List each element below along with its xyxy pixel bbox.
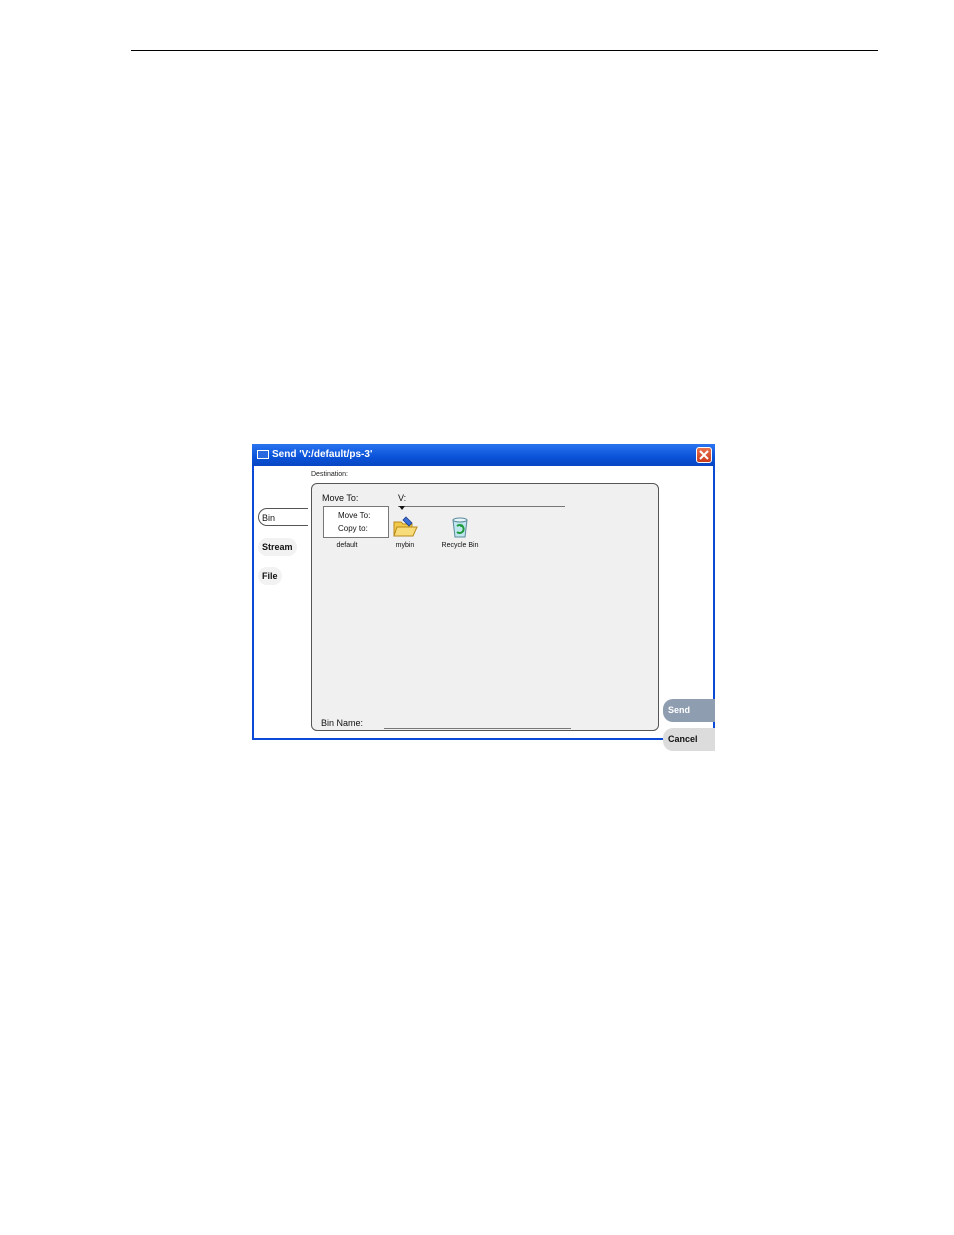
send-button[interactable]: Send	[663, 699, 715, 722]
dialog-body: Destination: Bin Stream File Move To: V:…	[254, 466, 715, 751]
dropdown-arrow-icon[interactable]	[399, 506, 405, 510]
bin-label: default	[336, 542, 358, 549]
menu-item-copy-to[interactable]: Copy to:	[338, 524, 368, 533]
destination-label: Destination:	[311, 471, 348, 478]
path-underline	[398, 506, 565, 507]
title-bar[interactable]: Send 'V:/default/ps-3'	[252, 444, 715, 466]
move-copy-menu: Move To: Copy to:	[323, 506, 389, 538]
open-folder-icon	[392, 514, 418, 540]
menu-item-move-to[interactable]: Move To:	[338, 511, 370, 520]
window-icon	[257, 450, 269, 459]
tab-file[interactable]: File	[258, 567, 282, 585]
tab-bin[interactable]: Bin	[258, 508, 308, 526]
bin-recycle-bin[interactable]: Recycle Bin	[435, 514, 485, 549]
send-dialog: Send 'V:/default/ps-3' Destination: Bin …	[252, 444, 715, 751]
destination-path-dropdown[interactable]: V:	[398, 493, 406, 503]
bin-name-input[interactable]	[384, 728, 571, 729]
bin-name-label: Bin Name:	[321, 718, 364, 728]
tab-stream[interactable]: Stream	[258, 538, 297, 556]
cancel-button[interactable]: Cancel	[663, 728, 715, 751]
dialog-title: Send 'V:/default/ps-3'	[272, 449, 373, 460]
close-icon	[699, 450, 709, 460]
bin-label: Recycle Bin	[441, 542, 479, 549]
recycle-bin-icon	[447, 514, 473, 540]
move-to-label: Move To:	[322, 493, 359, 503]
page-header-rule	[131, 50, 878, 51]
bin-label: mybin	[395, 542, 415, 549]
close-button[interactable]	[696, 447, 712, 463]
